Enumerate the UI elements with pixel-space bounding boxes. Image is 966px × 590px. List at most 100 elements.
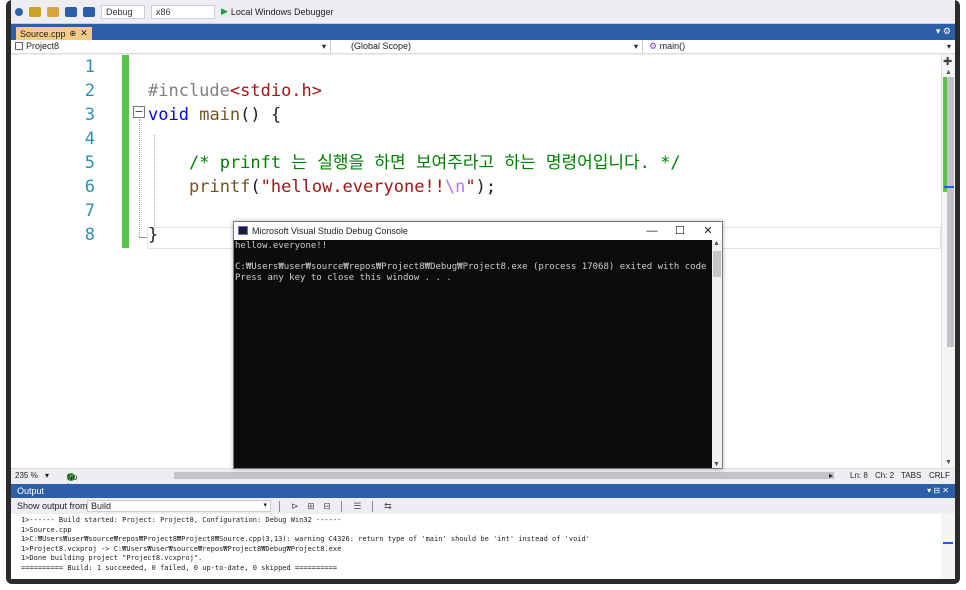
line-ending-indicator[interactable]: CRLF (929, 471, 950, 480)
chevron-down-icon[interactable]: ▾ (45, 471, 49, 480)
output-source-value: Build (91, 501, 112, 511)
pin-icon[interactable]: ⊕ (70, 29, 77, 38)
open-folder-icon[interactable] (47, 6, 59, 17)
start-debugging-button[interactable]: ▶ Local Windows Debugger (221, 6, 333, 17)
scope-dropdown[interactable]: (Global Scope) ▾ (333, 40, 643, 54)
close-button[interactable]: ✕ (694, 222, 722, 240)
line-number: 5 (84, 153, 95, 173)
output-vertical-scrollbar[interactable] (941, 514, 955, 579)
output-line: 1>C:₩Users₩user₩source₩repos₩Project8₩Pr… (21, 535, 590, 544)
line-indicator[interactable]: Ln: 8 (850, 471, 868, 480)
console-line: hellow.everyone!! (235, 241, 328, 251)
code-text: void main() { (148, 103, 281, 127)
punctuation-token: ); (475, 177, 497, 197)
output-line: ========== Build: 1 succeeded, 0 failed,… (21, 563, 338, 572)
output-line: 1>Project8.vcxproj -> C:₩Users₩user₩sour… (21, 544, 342, 553)
run-label: Local Windows Debugger (230, 6, 334, 17)
code-line: 6 printf("hellow.everyone!!\n"); (11, 175, 941, 199)
undo-icon[interactable] (15, 7, 23, 16)
play-icon: ▶ (221, 6, 228, 16)
chevron-down-icon: ▾ (263, 502, 267, 509)
escape-token: \n (444, 177, 466, 197)
console-title: Microsoft Visual Studio Debug Console (252, 226, 408, 236)
scroll-down-icon[interactable]: ▼ (713, 461, 720, 468)
function-token: main (199, 105, 241, 125)
line-number: 8 (84, 225, 95, 245)
scroll-thumb[interactable] (713, 251, 721, 277)
output-source-select[interactable]: Build ▾ (87, 500, 271, 512)
save-icon[interactable] (65, 6, 77, 17)
platform-select[interactable]: x86 (151, 4, 215, 19)
output-line: 1>Source.cpp (21, 525, 72, 534)
zoom-level[interactable]: 235 % (15, 471, 38, 480)
function-dropdown[interactable]: ⚙ main() ▾ (645, 40, 955, 54)
console-app-icon (238, 226, 248, 235)
editor-vertical-scrollbar[interactable]: ✚ ▲ ▼ (941, 55, 955, 468)
output-line: 1>------ Build started: Project: Project… (21, 516, 342, 524)
code-line: 3 void main() { (11, 103, 941, 127)
preprocessor-token: #include (148, 81, 230, 101)
comment-token: /* prinft 는 실행을 하면 보여주라고 하는 명령어입니다. */ (189, 153, 681, 173)
split-window-icon[interactable]: ✚ (943, 55, 952, 68)
line-number: 1 (84, 57, 95, 77)
output-text[interactable]: 1>------ Build started: Project: Project… (11, 514, 955, 579)
string-token: " (465, 177, 476, 197)
output-toolbar: Show output from: Build ▾ │ ⊳ ⊞ ⊟ │ ☰ │ … (11, 498, 955, 514)
editor-status-bar: 235 % ▾ ✓No issues found ◂ ▸ Ln: 8 Ch: 2… (11, 468, 955, 500)
debug-console-window[interactable]: Microsoft Visual Studio Debug Console — … (233, 221, 723, 469)
code-line: 7 (11, 199, 941, 223)
line-number: 7 (84, 201, 95, 221)
code-line: 4 (11, 127, 941, 151)
code-line: 1 (11, 55, 941, 79)
minimize-button[interactable]: — (638, 222, 666, 240)
tab-label: Source.cpp (20, 28, 66, 39)
code-text: /* prinft 는 실행을 하면 보여주라고 하는 명령어입니다. */ (189, 151, 681, 175)
configuration-select[interactable]: Debug (101, 4, 145, 19)
function-icon: ⚙ (649, 41, 660, 51)
panel-controls-icon[interactable]: ▾ ⊟ ✕ (927, 484, 949, 498)
tabs-indicator[interactable]: TABS (901, 471, 921, 480)
scroll-up-icon[interactable]: ▲ (713, 240, 720, 247)
chevron-down-icon: ▾ (946, 42, 951, 51)
code-line: 5 /* prinft 는 실행을 하면 보여주라고 하는 명령어입니다. */ (11, 151, 941, 175)
output-toolbar-icons[interactable]: │ ⊳ ⊞ ⊟ │ ☰ │ ⇆ (277, 498, 395, 514)
column-indicator[interactable]: Ch: 2 (875, 471, 894, 480)
keyword-token: void (148, 105, 189, 125)
new-project-icon[interactable] (29, 6, 41, 17)
tab-source-cpp[interactable]: Source.cpp ⊕ ✕ (16, 27, 92, 40)
function-name: main() (659, 41, 686, 51)
document-tab-strip: Source.cpp ⊕ ✕ ▾ ⚙ (11, 24, 955, 40)
project-dropdown[interactable]: Project8 ▾ (11, 40, 331, 54)
output-panel-header: Output ▾ ⊟ ✕ (11, 484, 955, 498)
close-tab-icon[interactable]: ✕ (80, 28, 88, 39)
brace-token: } (148, 225, 159, 245)
chevron-down-icon: ▾ (633, 42, 638, 51)
scroll-up-icon[interactable]: ▲ (945, 69, 952, 76)
tab-dropdown-icon[interactable]: ▾ ⚙ (936, 26, 951, 37)
code-line: 2 #include<stdio.h> (11, 79, 941, 103)
caret-marker (943, 542, 953, 544)
chevron-down-icon: ▾ (321, 42, 326, 51)
line-number: 4 (84, 129, 95, 149)
scroll-thumb[interactable] (947, 77, 954, 347)
code-text: } (148, 223, 158, 247)
code-text: printf("hellow.everyone!!\n"); (189, 175, 496, 199)
console-scrollbar[interactable]: ▲ ▼ (712, 240, 722, 468)
console-output[interactable]: hellow.everyone!! C:₩Users₩user₩source₩r… (234, 240, 712, 468)
line-number: 6 (84, 177, 95, 197)
include-path-token: <stdio.h> (229, 81, 323, 101)
console-title-bar[interactable]: Microsoft Visual Studio Debug Console — … (234, 222, 722, 240)
maximize-button[interactable]: ☐ (666, 222, 694, 240)
console-line: Press any key to close this window . . . (235, 272, 452, 283)
line-number: 2 (84, 81, 95, 101)
save-all-icon[interactable] (83, 6, 95, 17)
punctuation-token: () { (240, 105, 282, 125)
punctuation-token: ( (250, 177, 261, 197)
scroll-right-icon[interactable]: ▸ (829, 471, 833, 480)
function-token: printf (189, 177, 251, 197)
horizontal-scroll-thumb[interactable] (174, 472, 834, 479)
output-line: 1>Done building project "Project8.vcxpro… (21, 554, 203, 563)
code-text: #include<stdio.h> (148, 79, 322, 103)
scroll-down-icon[interactable]: ▼ (945, 459, 952, 466)
